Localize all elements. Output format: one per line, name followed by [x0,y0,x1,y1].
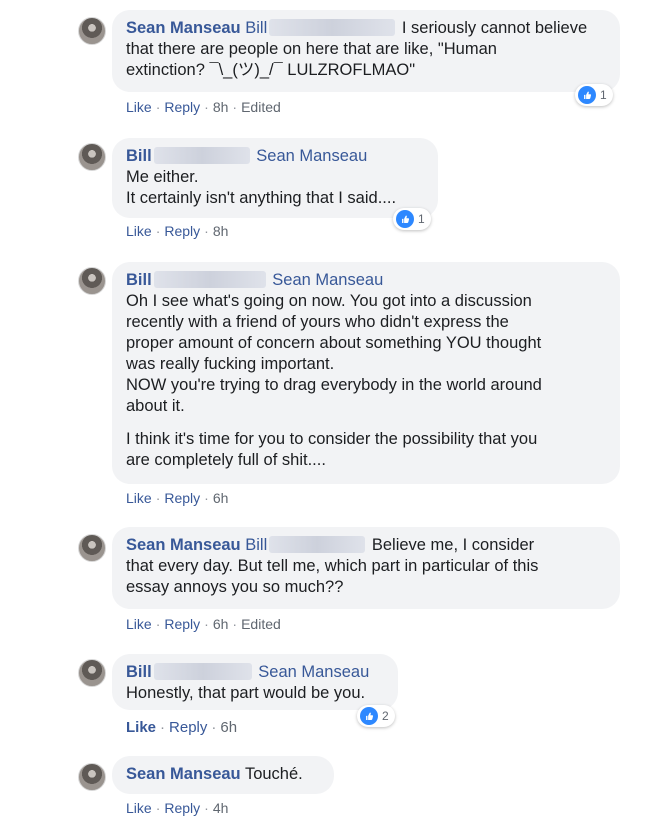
comment-text: extinction? ¯\_(ツ)_/¯ LULZROFLMAO" [126,61,416,79]
comment-bubble: Bill Sean Manseau Honestly, that part wo… [112,654,398,710]
author-name[interactable]: Sean Manseau [126,19,241,37]
avatar[interactable] [78,267,106,295]
thumbs-up-icon [360,707,378,725]
like-link[interactable]: Like [126,616,152,632]
comment-text: that there are people on here that are l… [126,40,497,58]
mention-tag[interactable]: Sean Manseau [258,663,369,681]
timestamp[interactable]: 8h [213,99,229,115]
comment-actions: Like · Reply · 6h [126,719,238,736]
like-link[interactable]: Like [126,99,152,115]
redacted-name [153,147,250,164]
redacted-name [269,536,366,553]
comment-actions: Like · Reply · 6h [126,490,229,506]
comment-text: Believe me, I consider [371,536,535,554]
redacted-name [153,663,252,680]
reaction-count: 2 [382,709,389,723]
reaction-badge[interactable]: 1 [393,208,431,230]
mention-tag[interactable]: Bill [245,19,267,37]
timestamp[interactable]: 6h [220,719,237,736]
timestamp[interactable]: 6h [213,490,229,506]
comment-text: that every day. But tell me, which part … [126,557,539,575]
reaction-count: 1 [600,88,607,102]
comment-actions: Like · Reply · 8h [126,223,229,239]
reply-link[interactable]: Reply [169,719,207,736]
comment-text: Oh I see what's going on now. You got in… [126,292,532,310]
thumbs-up-icon [578,86,596,104]
reply-link[interactable]: Reply [164,223,200,239]
comment-text: Touché. [244,765,303,783]
redacted-name [153,271,266,288]
comment-text: was really fucking important. [126,355,335,373]
comment-bubble: Sean Manseau Bill Believe me, I consider… [112,527,620,609]
comment-actions: Like · Reply · 8h · Edited [126,99,281,115]
comment-bubble: Bill Sean Manseau Me either. It certainl… [112,138,438,218]
reaction-badge[interactable]: 1 [575,84,613,106]
comment-text: essay annoys you so much?? [126,578,344,596]
comment-text: NOW you're trying to drag everybody in t… [126,376,542,394]
timestamp[interactable]: 4h [213,800,229,816]
timestamp[interactable]: 6h [213,616,229,632]
like-link[interactable]: Like [126,719,156,736]
avatar[interactable] [78,534,106,562]
avatar[interactable] [78,17,106,45]
comment-text: are completely full of shit.... [126,451,326,469]
comment-text: It certainly isn't anything that I said.… [126,189,397,207]
reaction-badge[interactable]: 2 [357,705,395,727]
comment-bubble: Sean Manseau Touché. [112,756,334,794]
avatar[interactable] [78,143,106,171]
edited-label[interactable]: Edited [241,616,281,632]
comment-text: proper amount of concern about something… [126,334,542,352]
thumbs-up-icon [396,210,414,228]
author-name[interactable]: Bill [126,147,152,165]
comment-text: about it. [126,397,185,415]
comment-actions: Like · Reply · 6h · Edited [126,616,281,632]
mention-tag[interactable]: Bill [245,536,267,554]
reply-link[interactable]: Reply [164,616,200,632]
comment-bubble: Bill Sean Manseau Oh I see what's going … [112,262,620,484]
mention-tag[interactable]: Sean Manseau [272,271,383,289]
reaction-count: 1 [418,212,425,226]
comment-text: Me either. [126,168,199,186]
like-link[interactable]: Like [126,800,152,816]
reply-link[interactable]: Reply [164,99,200,115]
author-name[interactable]: Sean Manseau [126,765,241,783]
like-link[interactable]: Like [126,490,152,506]
like-link[interactable]: Like [126,223,152,239]
author-name[interactable]: Bill [126,271,152,289]
comment-actions: Like · Reply · 4h [126,800,229,816]
edited-label[interactable]: Edited [241,99,281,115]
reply-link[interactable]: Reply [164,800,200,816]
author-name[interactable]: Sean Manseau [126,536,241,554]
reply-link[interactable]: Reply [164,490,200,506]
timestamp[interactable]: 8h [213,223,229,239]
comment-bubble: Sean Manseau Bill I seriously cannot bel… [112,10,620,92]
mention-tag[interactable]: Sean Manseau [256,147,367,165]
avatar[interactable] [78,659,106,687]
comment-text: Honestly, that part would be you. [126,684,366,702]
comment-text: recently with a friend of yours who didn… [126,313,509,331]
comment-text: I seriously cannot believe [401,19,588,37]
redacted-name [269,19,396,36]
comment-text: I think it's time for you to consider th… [126,430,538,448]
avatar[interactable] [78,763,106,791]
author-name[interactable]: Bill [126,663,152,681]
